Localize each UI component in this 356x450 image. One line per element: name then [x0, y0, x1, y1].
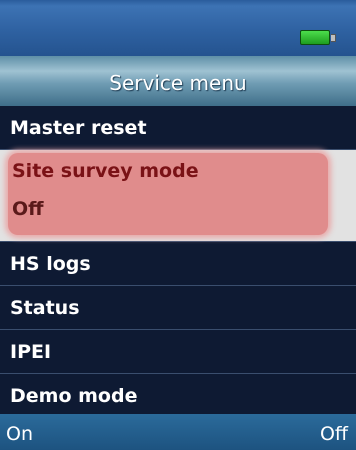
menu-item-demo-mode[interactable]: Demo mode	[0, 374, 356, 418]
menu-item-master-reset[interactable]: Master reset	[0, 106, 356, 150]
menu-item-label: HS logs	[10, 252, 91, 275]
page-title: Service menu	[109, 71, 247, 95]
service-menu-list: Master reset Site survey mode Off HS log…	[0, 106, 356, 418]
battery-tip	[331, 34, 336, 42]
menu-item-label: Status	[10, 296, 80, 319]
menu-item-site-survey-mode[interactable]: Site survey mode Off	[0, 150, 356, 242]
title-bar: Service menu	[0, 56, 356, 106]
menu-item-label: IPEI	[10, 340, 52, 363]
menu-item-value: Off	[12, 198, 44, 220]
menu-item-label: Demo mode	[10, 384, 138, 407]
menu-item-label: Master reset	[10, 116, 147, 139]
menu-item-ipei[interactable]: IPEI	[0, 330, 356, 374]
softkey-right-off[interactable]: Off	[320, 423, 348, 445]
softkey-bar: On Off	[0, 414, 356, 450]
menu-item-hs-logs[interactable]: HS logs	[0, 242, 356, 286]
menu-item-label: Site survey mode	[12, 160, 199, 182]
phone-screen: Service menu Master reset Site survey mo…	[0, 0, 356, 450]
softkey-left-on[interactable]: On	[6, 423, 33, 445]
battery-full-icon	[300, 30, 330, 45]
menu-item-status[interactable]: Status	[0, 286, 356, 330]
status-bar	[0, 0, 356, 56]
